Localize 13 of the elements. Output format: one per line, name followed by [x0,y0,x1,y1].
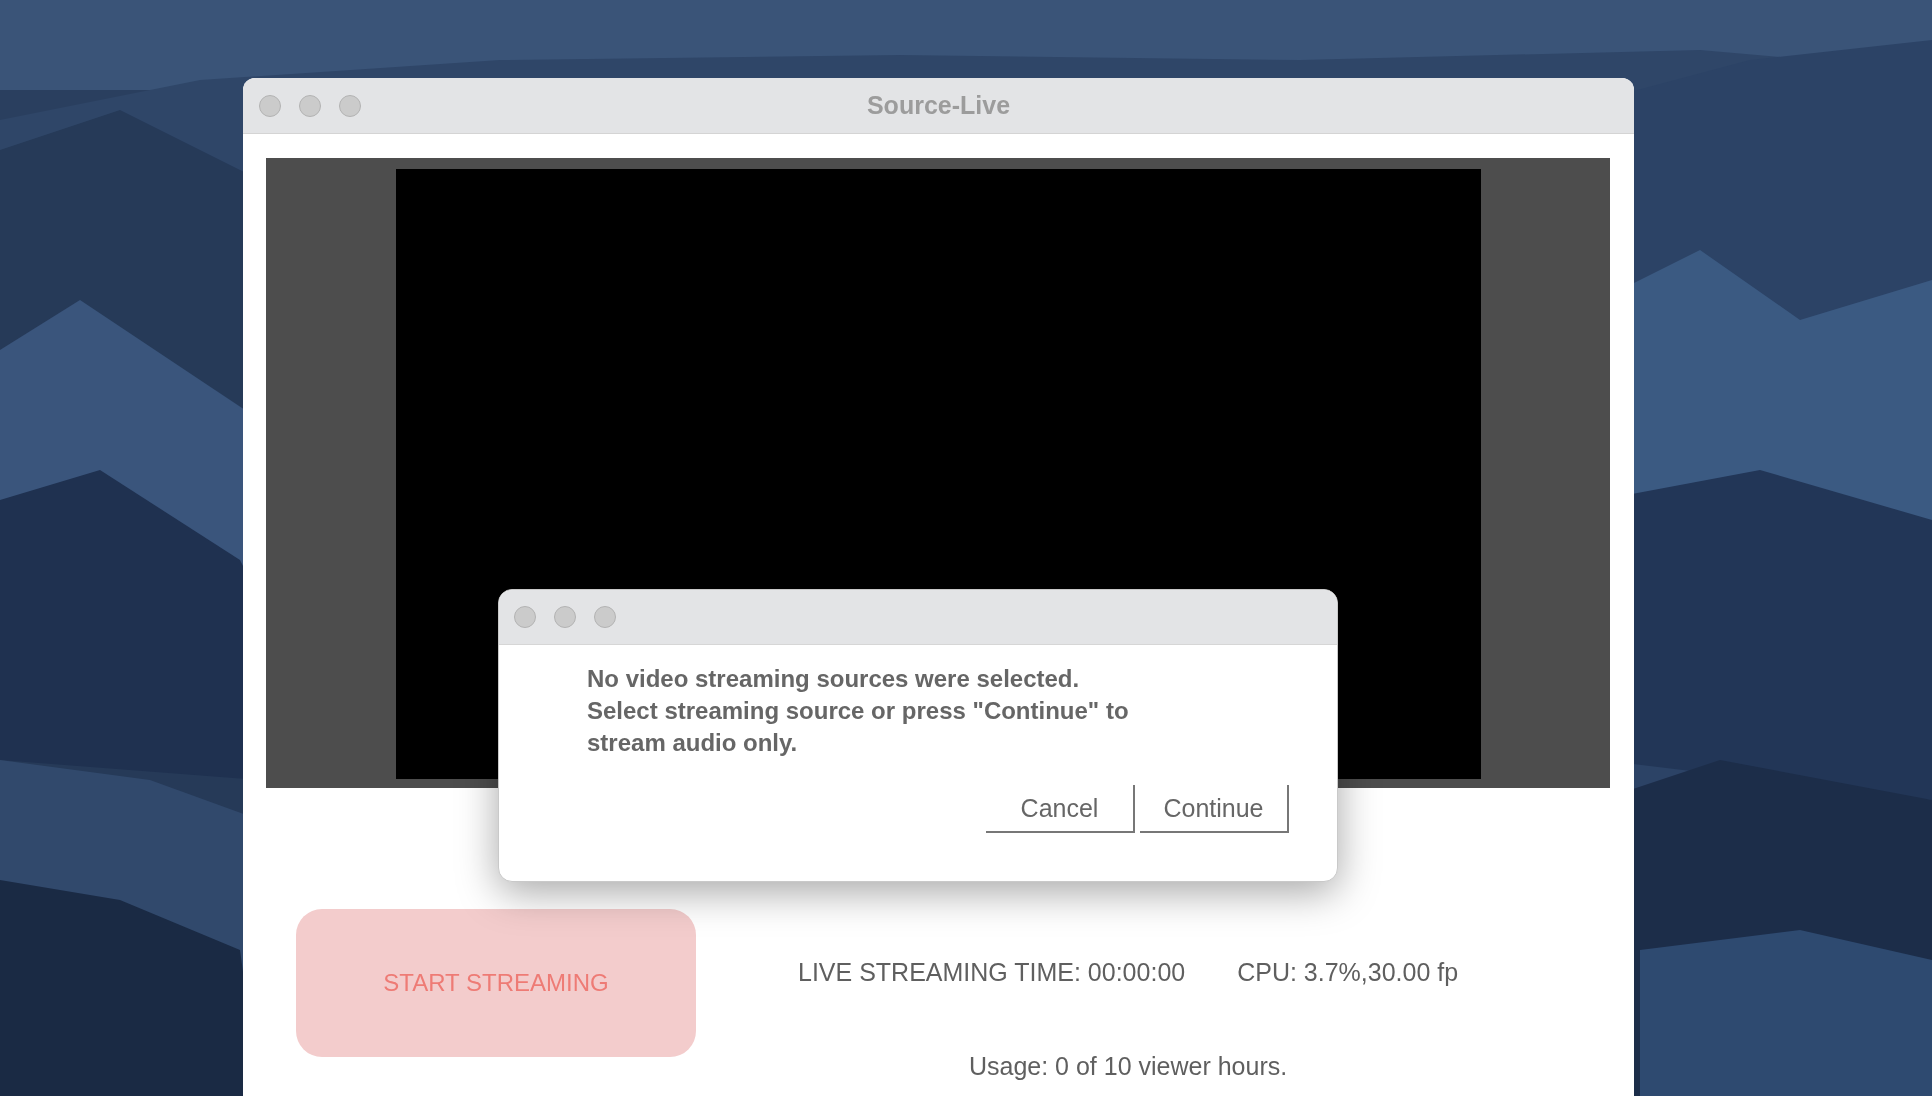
window-control-icon[interactable] [594,606,616,628]
dialog-button[interactable]: Cancel [986,785,1135,833]
usage-label: Usage: 0 of 10 viewer hours. [968,1052,1288,1081]
window-control-icon[interactable] [339,94,361,117]
alert-message: No video streaming sources were selected. Select streaming source or press "Continue" to stream audio only. [587,664,1130,758]
window-control-icon[interactable] [299,94,321,117]
window-title: Source-Live [865,91,1012,120]
window-control-icon[interactable] [259,94,281,117]
streaming-time-label: LIVE STREAMING TIME: 00:00:00 [798,958,1186,987]
dialog-button[interactable]: Continue [1140,785,1289,833]
window-control-icon[interactable] [514,606,536,628]
cpu-stats-label: CPU: 3.7%,30.00 fp [1237,958,1459,987]
window-control-icon[interactable] [554,606,576,628]
